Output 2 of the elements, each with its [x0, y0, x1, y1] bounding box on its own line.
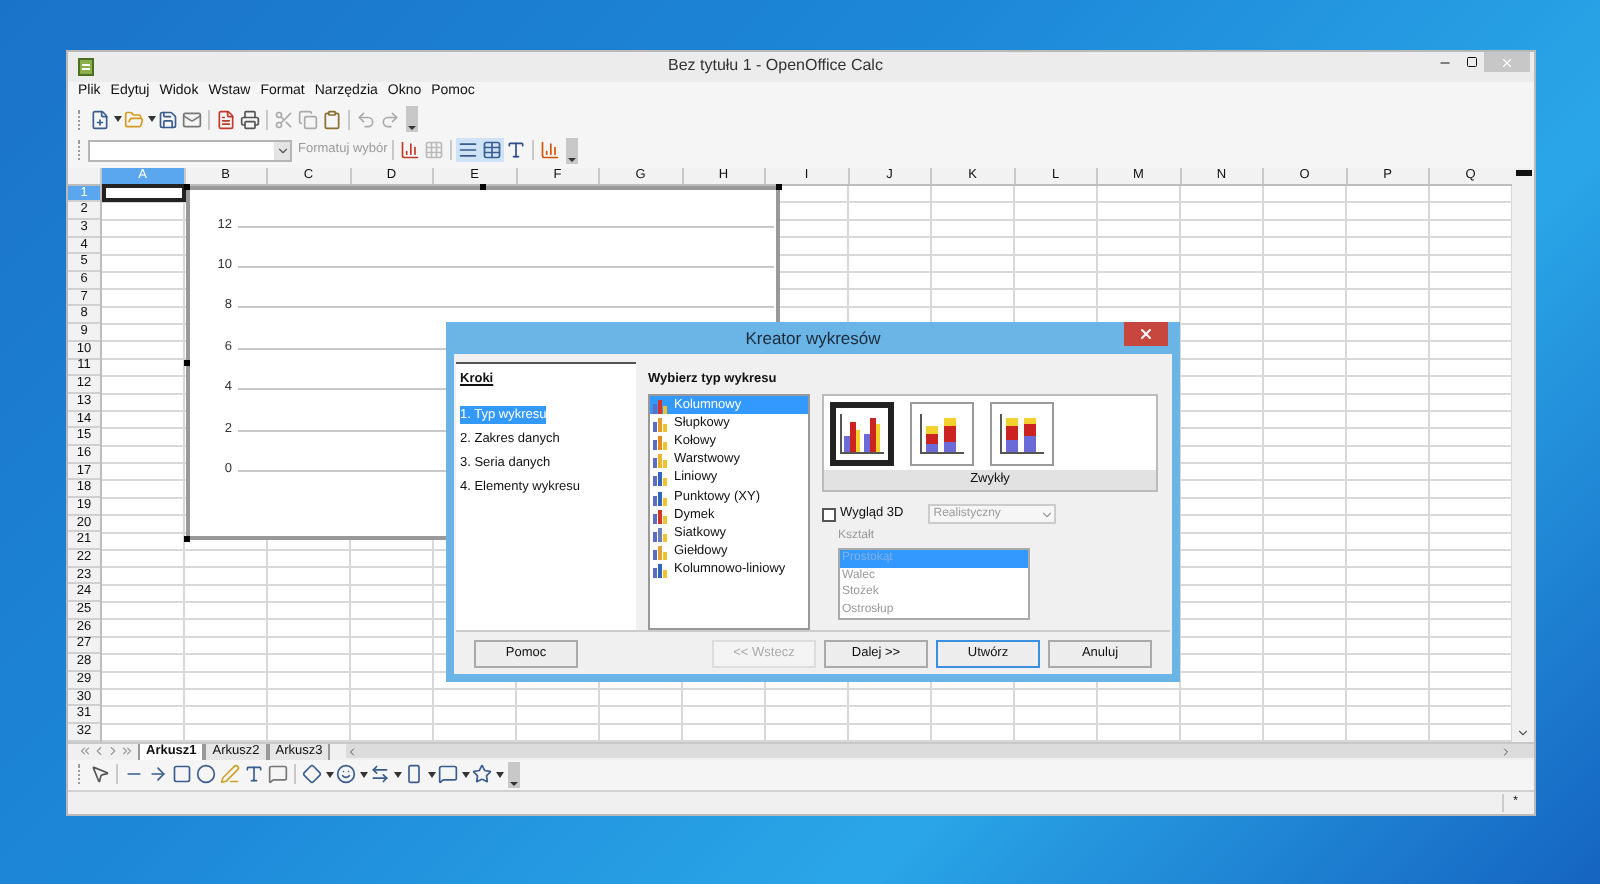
dialog-title: Kreator wykresów	[745, 325, 881, 351]
window-title: Bez tytułu 1 - OpenOffice Calc	[668, 54, 883, 79]
